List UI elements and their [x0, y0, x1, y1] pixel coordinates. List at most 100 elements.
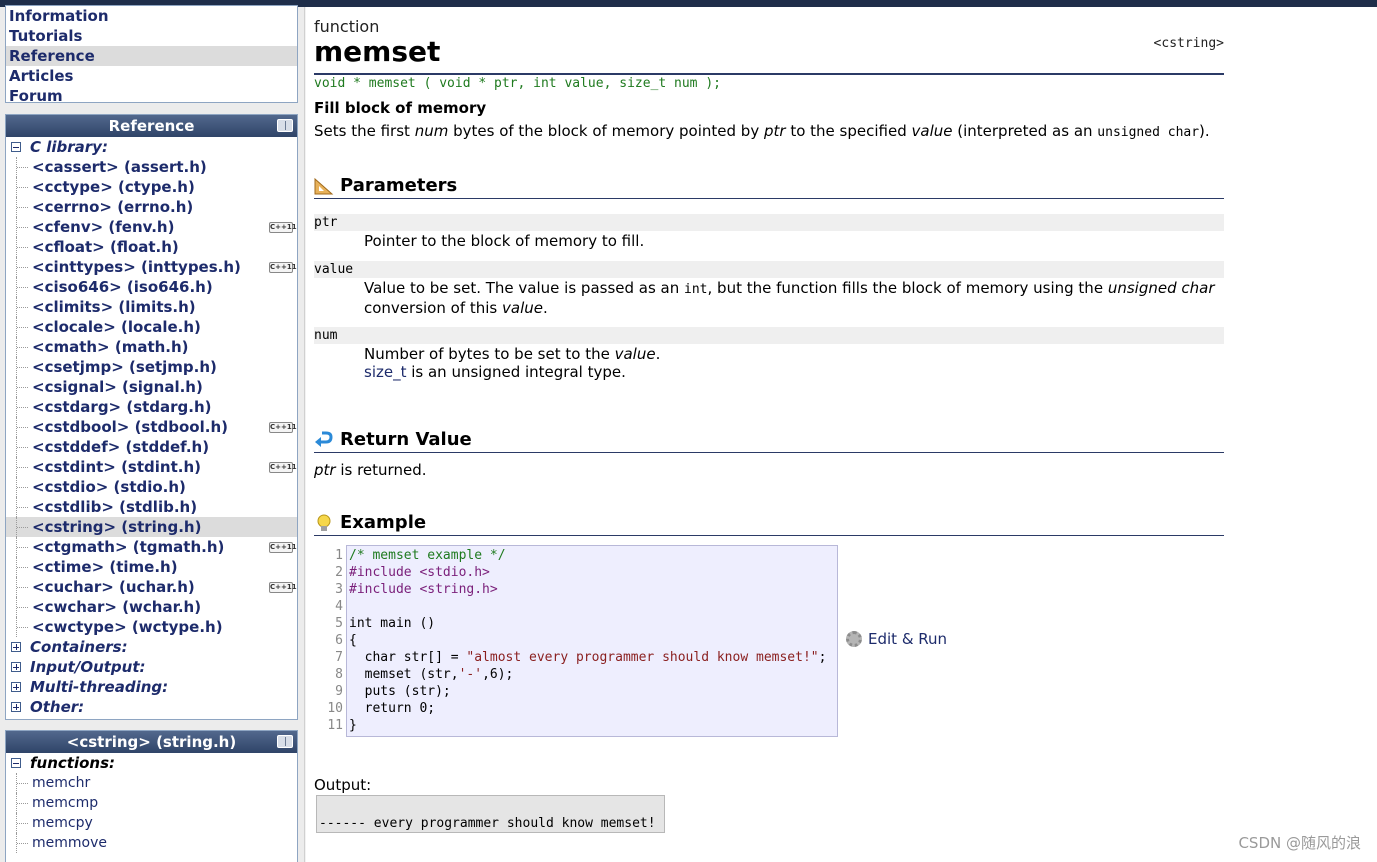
- tree-item-label: <clocale> (locale.h): [32, 318, 201, 336]
- tree-category-label: C library:: [30, 138, 108, 156]
- tree-category-label: Other:: [30, 698, 85, 716]
- reference-panel-header: Reference: [6, 115, 297, 137]
- book-icon[interactable]: [277, 735, 293, 748]
- param-ptr-name: ptr: [314, 214, 1224, 231]
- example-heading: Example: [314, 512, 1224, 536]
- edit-run-button[interactable]: Edit & Run: [846, 629, 947, 649]
- main-content: function memset <cstring> void * memset …: [306, 7, 1377, 862]
- sidebar: Information Tutorials Reference Articles…: [0, 5, 305, 862]
- tree-category-label: functions:: [30, 754, 115, 772]
- nav-item-reference[interactable]: Reference: [6, 46, 297, 66]
- tree-item-header[interactable]: <ctime> (time.h): [6, 557, 297, 577]
- tree-item-label: <cstdint> (stdint.h): [32, 458, 201, 476]
- tree-item-header[interactable]: <clocale> (locale.h): [6, 317, 297, 337]
- tree-item-header[interactable]: <cuchar> (uchar.h) C++11: [6, 577, 297, 597]
- function-link-memcmp[interactable]: memcmp: [6, 793, 297, 813]
- tree-item-label: <cfenv> (fenv.h): [32, 218, 175, 236]
- cpp11-badge: C++11: [269, 422, 297, 433]
- tree-item-header[interactable]: <cmath> (math.h): [6, 337, 297, 357]
- tree-item-label: <ciso646> (iso646.h): [32, 278, 213, 296]
- header-link[interactable]: <cstring>: [1154, 36, 1224, 51]
- output-label: Output:: [314, 776, 372, 794]
- tree-category-containers[interactable]: Containers:: [6, 637, 297, 657]
- tree-category-label: Containers:: [30, 638, 128, 656]
- tree-item-header[interactable]: <cinttypes> (inttypes.h) C++11: [6, 257, 297, 277]
- tree-item-header[interactable]: <cstdint> (stdint.h) C++11: [6, 457, 297, 477]
- tree-category-functions[interactable]: functions:: [6, 753, 297, 773]
- cpp11-badge: C++11: [269, 542, 297, 553]
- expand-icon[interactable]: [11, 682, 21, 692]
- nav-item-information[interactable]: Information: [6, 6, 297, 26]
- reference-panel-title: Reference: [108, 117, 195, 135]
- tree-item-header[interactable]: <cassert> (assert.h): [6, 157, 297, 177]
- return-arrow-icon: [315, 431, 333, 447]
- gear-icon: [846, 631, 862, 647]
- tree-item-header[interactable]: <ctgmath> (tgmath.h) C++11: [6, 537, 297, 557]
- tree-item-header[interactable]: <cstddef> (stddef.h): [6, 437, 297, 457]
- title-rule: [314, 73, 1224, 75]
- site-nav: Information Tutorials Reference Articles…: [5, 5, 298, 106]
- code-inline: int: [684, 282, 708, 297]
- nav-item-articles[interactable]: Articles: [6, 66, 297, 86]
- tree-item-label: <cerrno> (errno.h): [32, 198, 194, 216]
- lightbulb-icon: [317, 514, 331, 531]
- tree-item-label: <ctgmath> (tgmath.h): [32, 538, 225, 556]
- tree-item-header[interactable]: <cstdio> (stdio.h): [6, 477, 297, 497]
- code-sample[interactable]: 1 2 3 4 5 6 7 8 9 10 11 /* memset example */#inclu…: [327, 545, 838, 737]
- cpp11-badge: C++11: [269, 262, 297, 273]
- tree-item-header[interactable]: <cwctype> (wctype.h): [6, 617, 297, 637]
- function-link-memcpy[interactable]: memcpy: [6, 813, 297, 833]
- tree-item-header[interactable]: <cstdarg> (stdarg.h): [6, 397, 297, 417]
- cpp11-badge: C++11: [269, 462, 297, 473]
- tree-item-header[interactable]: <cwchar> (wchar.h): [6, 597, 297, 617]
- output-box: ------ every programmer should know mems…: [316, 795, 665, 833]
- collapse-icon[interactable]: [11, 142, 21, 152]
- book-icon[interactable]: [277, 119, 293, 132]
- tree-item-label: <cmath> (math.h): [32, 338, 189, 356]
- page-title: memset: [314, 35, 441, 68]
- description: Sets the first num bytes of the block of…: [314, 122, 1210, 140]
- expand-icon[interactable]: [11, 702, 21, 712]
- param-num-name: num: [314, 327, 1224, 344]
- tree-item-label: <cwchar> (wchar.h): [32, 598, 202, 616]
- tree-item-header[interactable]: <cstdlib> (stdlib.h): [6, 497, 297, 517]
- expand-icon[interactable]: [11, 642, 21, 652]
- tree-item-header[interactable]: <csetjmp> (setjmp.h): [6, 357, 297, 377]
- summary: Fill block of memory: [314, 99, 487, 117]
- tree-item-header[interactable]: <csignal> (signal.h): [6, 377, 297, 397]
- tree-category-c-library[interactable]: C library:: [6, 137, 297, 157]
- function-link-memchr[interactable]: memchr: [6, 773, 297, 793]
- expand-icon[interactable]: [11, 662, 21, 672]
- tree-item-header[interactable]: <cerrno> (errno.h): [6, 197, 297, 217]
- tree-item-header[interactable]: <cfenv> (fenv.h) C++11: [6, 217, 297, 237]
- header-list: <cassert> (assert.h) <cctype> (ctype.h) <c…: [6, 157, 297, 637]
- tree-item-label: <cfloat> (float.h): [32, 238, 179, 256]
- tree-item-label: <csignal> (signal.h): [32, 378, 203, 396]
- nav-item-tutorials[interactable]: Tutorials: [6, 26, 297, 46]
- return-value-heading: Return Value: [314, 429, 1224, 453]
- function-link-memmove[interactable]: memmove: [6, 833, 297, 853]
- tree-item-header[interactable]: <cctype> (ctype.h): [6, 177, 297, 197]
- ruler-icon: [314, 177, 334, 195]
- nav-item-forum[interactable]: Forum: [6, 86, 297, 106]
- tree-item-header[interactable]: <cfloat> (float.h): [6, 237, 297, 257]
- param-num-desc: Number of bytes to be set to the value. s…: [364, 345, 661, 381]
- tree-category-multi-threading[interactable]: Multi-threading:: [6, 677, 297, 697]
- tree-item-header[interactable]: <cstdbool> (stdbool.h) C++11: [6, 417, 297, 437]
- tree-item-header[interactable]: <ciso646> (iso646.h): [6, 277, 297, 297]
- prototype: void * memset ( void * ptr, int value, s…: [314, 76, 721, 91]
- tree-item-header[interactable]: <climits> (limits.h): [6, 297, 297, 317]
- return-value-text: ptr is returned.: [314, 461, 427, 479]
- entity-kind: function: [314, 17, 380, 36]
- tree-item-header[interactable]: <cstring> (string.h): [6, 517, 297, 537]
- tree-item-label: <cinttypes> (inttypes.h): [32, 258, 241, 276]
- tree-category-input-output[interactable]: Input/Output:: [6, 657, 297, 677]
- cstring-panel-header: <cstring> (string.h): [6, 731, 297, 753]
- tree-item-label: <cwctype> (wctype.h): [32, 618, 223, 636]
- tree-category-label: Multi-threading:: [30, 678, 169, 696]
- tree-category-other[interactable]: Other:: [6, 697, 297, 717]
- tree-category-label: Input/Output:: [30, 658, 146, 676]
- size-t-link[interactable]: size_t: [364, 363, 406, 381]
- tree-item-label: <cstring> (string.h): [32, 518, 202, 536]
- collapse-icon[interactable]: [11, 758, 21, 768]
